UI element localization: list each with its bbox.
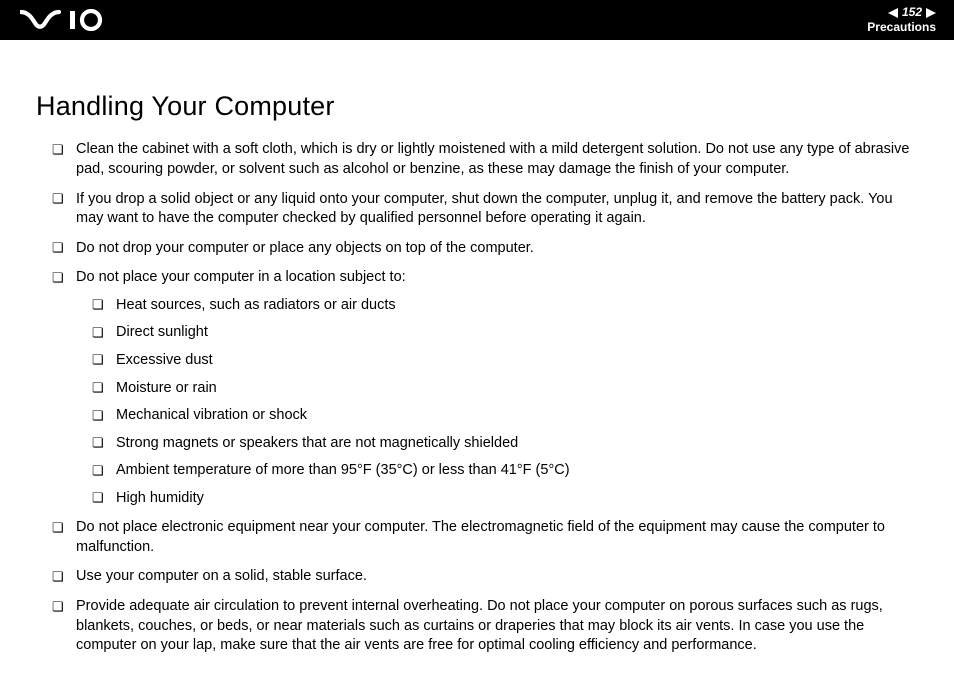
page-title: Handling Your Computer <box>36 88 918 124</box>
list-item: Excessive dust <box>92 351 918 371</box>
prev-page-icon[interactable] <box>888 8 898 18</box>
list-item: Ambient temperature of more than 95°F (3… <box>92 461 918 481</box>
list-item: Do not place electronic equipment near y… <box>52 518 918 557</box>
list-item: If you drop a solid object or any liquid… <box>52 190 918 229</box>
header-right: 152 Precautions <box>867 5 936 35</box>
list-item: Direct sunlight <box>92 323 918 343</box>
bullet-list: Clean the cabinet with a soft cloth, whi… <box>36 140 918 655</box>
page-nav: 152 <box>867 5 936 20</box>
list-item: Clean the cabinet with a soft cloth, whi… <box>52 140 918 179</box>
vaio-logo <box>20 9 116 31</box>
next-page-icon[interactable] <box>926 8 936 18</box>
list-item: Use your computer on a solid, stable sur… <box>52 567 918 587</box>
list-item: Do not drop your computer or place any o… <box>52 239 918 259</box>
list-item: Strong magnets or speakers that are not … <box>92 434 918 454</box>
list-item: Heat sources, such as radiators or air d… <box>92 296 918 316</box>
list-item: Mechanical vibration or shock <box>92 406 918 426</box>
list-item: High humidity <box>92 489 918 509</box>
list-item: Do not place your computer in a location… <box>52 268 918 508</box>
sub-list: Heat sources, such as radiators or air d… <box>76 296 918 509</box>
header-bar: 152 Precautions <box>0 0 954 40</box>
content: Handling Your Computer Clean the cabinet… <box>0 40 954 656</box>
list-item: Provide adequate air circulation to prev… <box>52 597 918 656</box>
page-number: 152 <box>902 5 922 20</box>
list-item-text: Do not place your computer in a location… <box>76 269 406 285</box>
section-name: Precautions <box>867 20 936 35</box>
list-item: Moisture or rain <box>92 379 918 399</box>
